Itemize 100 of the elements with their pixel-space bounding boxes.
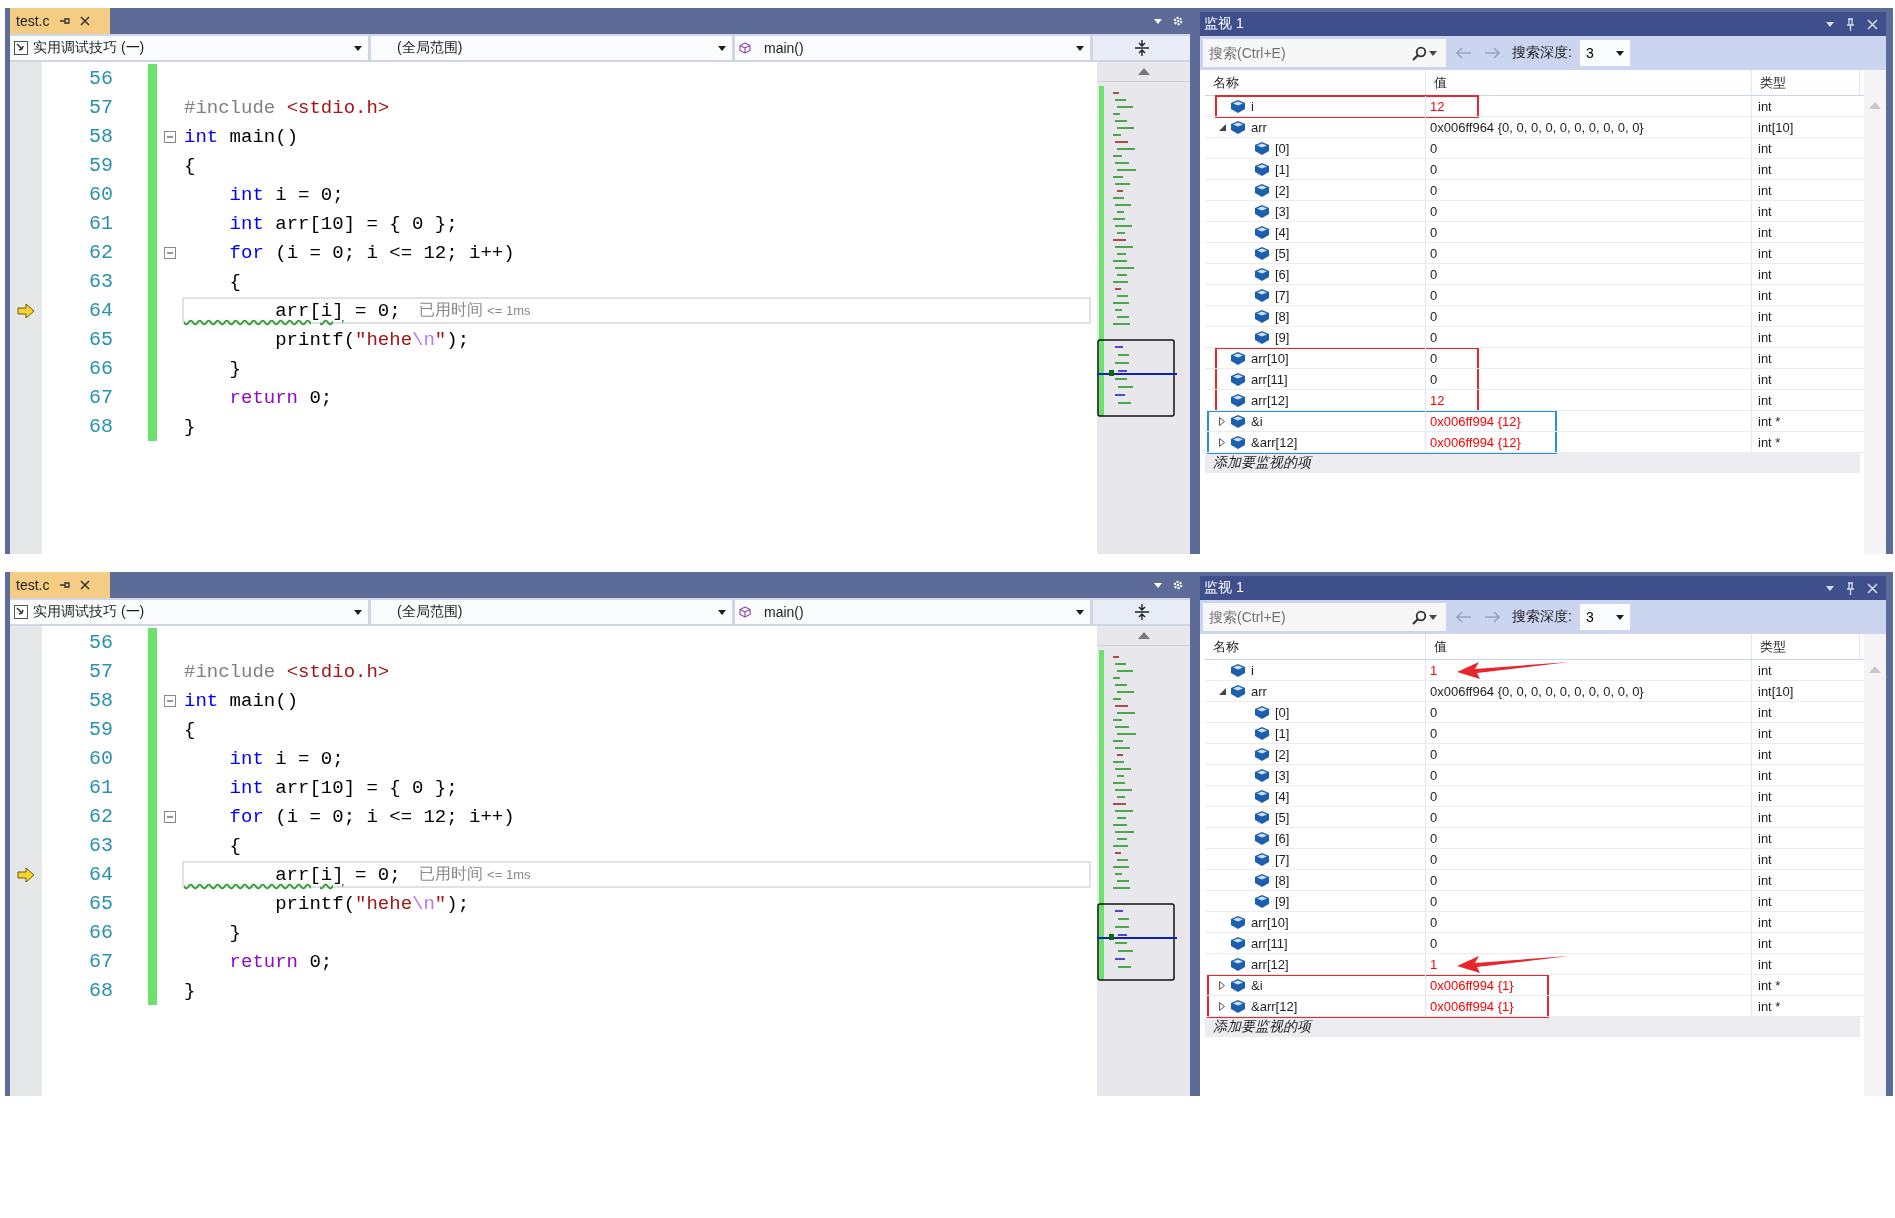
collapsed-icon[interactable]	[1219, 1001, 1225, 1011]
variable-name: [0]	[1275, 140, 1290, 156]
collapse-icon[interactable]	[163, 130, 176, 143]
project-dropdown[interactable]: 实用调试技巧 (一)	[10, 36, 368, 60]
collapse-icon[interactable]	[163, 246, 176, 259]
variable-name: [7]	[1275, 287, 1290, 303]
line-number: 57	[88, 660, 113, 683]
close-icon[interactable]	[1867, 582, 1878, 594]
split-button[interactable]	[1093, 36, 1190, 60]
variable-type: int	[1757, 181, 1773, 200]
file-tab[interactable]: test.c	[10, 8, 110, 34]
member-dropdown[interactable]: main()	[735, 36, 1090, 60]
variable-name: arr[11]	[1251, 371, 1288, 387]
cube-icon	[1231, 351, 1245, 365]
cube-icon	[1255, 309, 1269, 323]
cube-icon	[1255, 162, 1269, 176]
cube-icon	[1255, 288, 1269, 302]
collapsed-icon[interactable]	[1219, 437, 1225, 447]
scroll-up-icon[interactable]	[1137, 632, 1150, 639]
pin-icon[interactable]	[1846, 581, 1855, 595]
scope-dropdown[interactable]: (全局范围)	[371, 600, 732, 624]
column-header[interactable]: 值	[1426, 634, 1752, 659]
variable-name: [5]	[1275, 245, 1290, 261]
split-icon	[1133, 604, 1150, 620]
line-number: 62	[88, 241, 113, 264]
cube-icon	[1255, 810, 1269, 824]
collapse-icon[interactable]	[163, 810, 176, 823]
search-input[interactable]: 搜索(Ctrl+E)	[1207, 44, 1408, 62]
column-header[interactable]: 类型	[1752, 634, 1860, 659]
variable-value: 0	[1430, 725, 1438, 741]
variable-name: [8]	[1275, 308, 1290, 324]
line-number: 61	[88, 212, 113, 235]
watch-title: 监视 1	[1204, 579, 1244, 597]
cube-icon	[1231, 120, 1245, 134]
variable-type: int *	[1757, 412, 1782, 431]
project-dropdown[interactable]: 实用调试技巧 (一)	[10, 600, 368, 624]
expanded-icon[interactable]	[1219, 687, 1226, 695]
variable-value: 0	[1430, 371, 1438, 387]
variable-value: 0	[1430, 830, 1438, 846]
pin-icon[interactable]	[1846, 17, 1855, 31]
project-icon	[14, 605, 28, 619]
scope-dropdown[interactable]: (全局范围)	[371, 36, 732, 60]
variable-name: arr[12]	[1251, 392, 1289, 408]
depth-dropdown[interactable]: 3	[1579, 40, 1630, 66]
line-number: 66	[88, 357, 113, 380]
variable-type: int	[1757, 139, 1773, 158]
collapsed-icon[interactable]	[1219, 416, 1225, 426]
add-watch-hint[interactable]: 添加要监视的项	[1205, 453, 1860, 473]
variable-type: int	[1757, 97, 1773, 116]
right-arrow-icon	[1484, 47, 1500, 59]
depth-dropdown[interactable]: 3	[1579, 604, 1630, 630]
split-button[interactable]	[1093, 600, 1190, 624]
variable-name: [2]	[1275, 182, 1290, 198]
column-header[interactable]: 类型	[1752, 70, 1860, 95]
variable-value: 1	[1430, 662, 1438, 678]
column-header[interactable]: 名称	[1205, 70, 1426, 95]
cube-icon	[1255, 267, 1269, 281]
variable-type: int	[1757, 391, 1773, 410]
variable-name: arr	[1251, 119, 1267, 135]
collapse-icon[interactable]	[163, 694, 176, 707]
caret-icon	[1076, 45, 1084, 51]
variable-type: int *	[1757, 433, 1782, 452]
code-line: }	[184, 415, 196, 438]
variable-type: int	[1757, 661, 1773, 680]
scroll-up-icon[interactable]	[1137, 68, 1150, 75]
cube-icon	[1231, 915, 1245, 929]
line-number: 64	[88, 863, 113, 886]
add-watch-hint[interactable]: 添加要监视的项	[1205, 1017, 1860, 1037]
variable-name: [9]	[1275, 329, 1290, 345]
variable-name: &i	[1251, 413, 1263, 429]
variable-name: [3]	[1275, 767, 1290, 783]
close-icon[interactable]	[1867, 18, 1878, 30]
search-button[interactable]	[1408, 603, 1446, 631]
search-button[interactable]	[1408, 39, 1446, 67]
expanded-icon[interactable]	[1219, 123, 1226, 131]
variable-value: 0	[1430, 308, 1438, 324]
code-line: return 0;	[228, 386, 333, 409]
search-field[interactable]: 搜索(Ctrl+E)	[1203, 39, 1408, 67]
settings-icon[interactable]	[1172, 15, 1184, 27]
cube-icon	[1255, 831, 1269, 845]
left-arrow-icon	[1456, 611, 1472, 623]
variable-value: 0	[1430, 140, 1438, 156]
member-dropdown[interactable]: main()	[735, 600, 1090, 624]
variable-name: &arr[12]	[1251, 434, 1298, 450]
search-field[interactable]: 搜索(Ctrl+E)	[1203, 603, 1408, 631]
variable-value: 0	[1430, 266, 1438, 282]
cube-icon	[1255, 330, 1269, 344]
caret-icon	[1615, 614, 1624, 620]
column-header[interactable]: 名称	[1205, 634, 1426, 659]
cube-icon	[1231, 999, 1245, 1013]
collapsed-icon[interactable]	[1219, 980, 1225, 990]
pin-icon	[59, 16, 71, 26]
cube-icon	[1255, 141, 1269, 155]
cube-icon	[1231, 393, 1245, 407]
settings-icon[interactable]	[1172, 579, 1184, 591]
file-tab[interactable]: test.c	[10, 572, 110, 598]
variable-value: 0x006ff994 {12}	[1430, 434, 1521, 450]
column-header[interactable]: 值	[1426, 70, 1752, 95]
dropdown-caret-icon	[1826, 21, 1834, 27]
search-input[interactable]: 搜索(Ctrl+E)	[1207, 608, 1408, 626]
